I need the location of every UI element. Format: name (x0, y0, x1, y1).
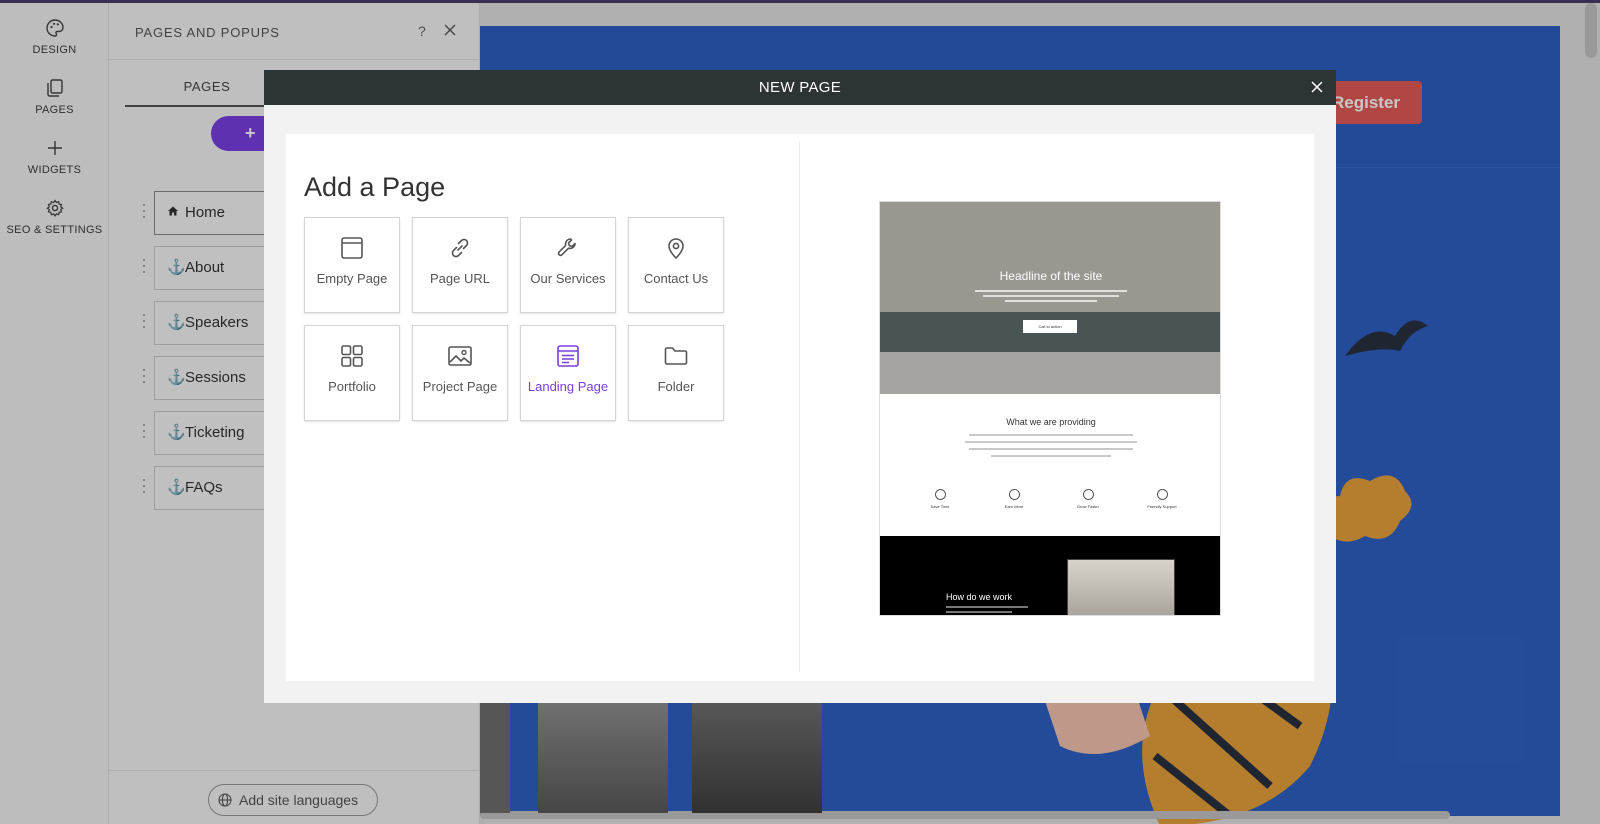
check-circle-icon (1008, 489, 1020, 500)
tile-label: Project Page (422, 379, 498, 394)
preview-feature: Grow Faster (1066, 489, 1110, 509)
tile-label: Page URL (430, 271, 490, 286)
grid-icon (341, 345, 363, 367)
preview-feature: Earn More (992, 489, 1036, 509)
preview-headline: Headline of the site (999, 269, 1103, 283)
tile-folder[interactable]: Folder (628, 325, 724, 421)
tile-empty-page[interactable]: Empty Page (304, 217, 400, 313)
preview-feature: Friendly Support (1140, 489, 1184, 509)
new-page-modal: NEW PAGE Add a Page Empty Page Page URL … (264, 70, 1336, 703)
tile-label: Portfolio (328, 379, 376, 394)
preview-section-title: What we are providing (1006, 417, 1096, 427)
check-circle-icon (1082, 489, 1094, 500)
empty-page-icon (341, 237, 363, 259)
preview-dark-title: How do we work (946, 592, 1013, 602)
preview-subtext (975, 290, 1127, 304)
modal-divider (799, 142, 800, 672)
link-icon (451, 238, 469, 258)
image-icon (448, 346, 472, 366)
tile-label: Folder (657, 379, 695, 394)
preview-feature: Save Time (918, 489, 962, 509)
folder-icon (664, 347, 688, 365)
tile-landing-page[interactable]: Landing Page (520, 325, 616, 421)
landing-page-icon (557, 345, 579, 367)
modal-body: Add a Page Empty Page Page URL Our Servi… (286, 134, 1314, 681)
map-pin-icon (668, 238, 684, 260)
tile-label: Empty Page (316, 271, 388, 286)
preview-dark-image (1067, 559, 1175, 615)
preview-dark-paragraph (946, 606, 1028, 615)
tile-project-page[interactable]: Project Page (412, 325, 508, 421)
tile-label: Contact Us (643, 271, 709, 286)
preview-paragraph (965, 434, 1137, 462)
tile-contact-us[interactable]: Contact Us (628, 217, 724, 313)
preview-cta-button: Call to action (1023, 320, 1077, 333)
tile-label: Landing Page (527, 379, 609, 394)
tile-page-url[interactable]: Page URL (412, 217, 508, 313)
close-icon[interactable] (1310, 80, 1324, 94)
preview-dark-section: How do we work (880, 536, 1220, 615)
modal-title: NEW PAGE (264, 70, 1336, 105)
template-preview: Headline of the site Call to action What… (879, 201, 1221, 616)
add-page-heading: Add a Page (304, 172, 446, 202)
tile-label: Our Services (530, 271, 606, 286)
tile-portfolio[interactable]: Portfolio (304, 325, 400, 421)
wrench-icon (557, 238, 576, 257)
check-circle-icon (1156, 489, 1168, 500)
tile-our-services[interactable]: Our Services (520, 217, 616, 313)
check-circle-icon (934, 489, 946, 500)
